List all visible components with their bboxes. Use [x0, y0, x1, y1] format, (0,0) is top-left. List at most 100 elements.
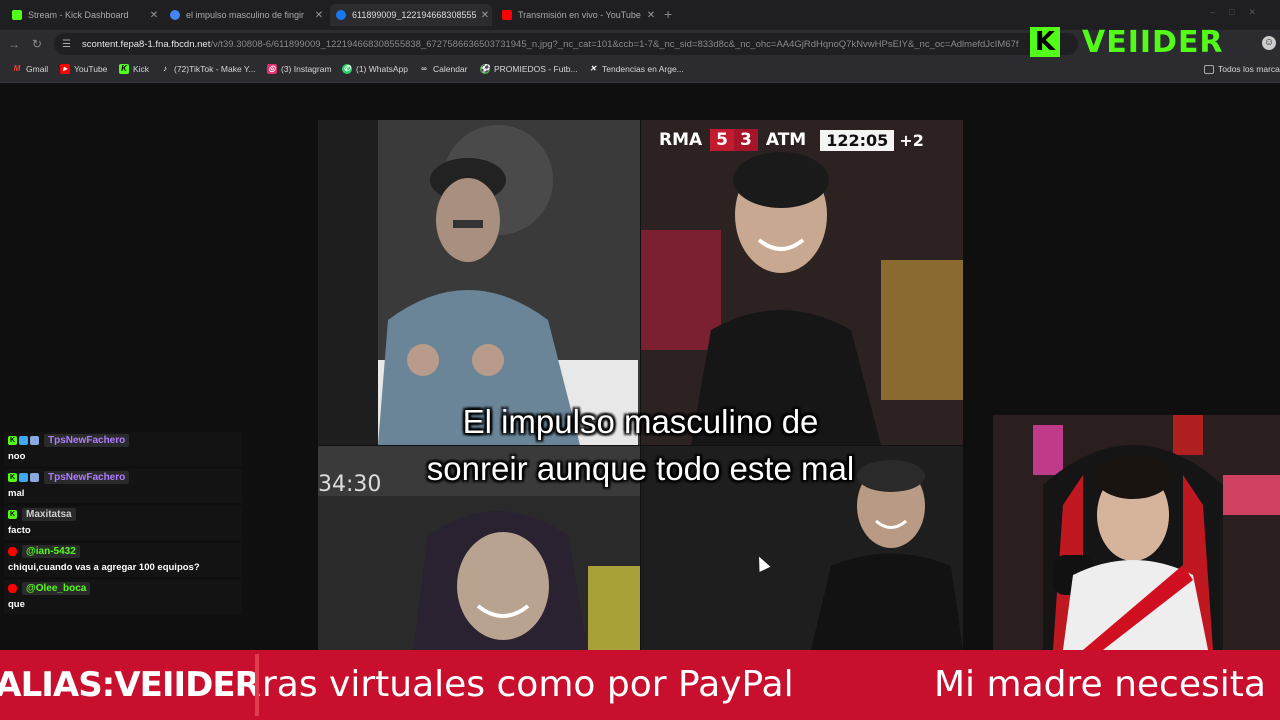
- home-team: RMA: [659, 130, 703, 150]
- chat-message: @Olee_boca que: [4, 580, 242, 614]
- bookmark-label: (3) Instagram: [281, 64, 332, 74]
- webcam-feed: [993, 415, 1280, 650]
- tab-image[interactable]: 611899009_122194668308555 ✕: [330, 4, 492, 26]
- person-thumbs-up-illustration: [318, 120, 640, 445]
- reload-icon[interactable]: ↻: [32, 37, 42, 51]
- chat-message: @ian-5432 chiqui,cuando vas a agregar 10…: [4, 543, 242, 577]
- promiedos-icon: ⚽: [480, 64, 490, 74]
- meme-panel-top-left: [318, 120, 640, 445]
- away-team: ATM: [765, 130, 807, 150]
- streamer-webcam-illustration: [993, 415, 1280, 650]
- caption-line: El impulso masculino de: [462, 403, 819, 440]
- all-bookmarks[interactable]: Todos los marca: [1204, 64, 1280, 74]
- address-bar[interactable]: ☰ scontent.fepa8-1.fna.fbcdn.net/v/t39.3…: [54, 33, 1078, 55]
- bookmark-label: PROMIEDOS - Futb...: [494, 64, 578, 74]
- close-icon[interactable]: ✕: [478, 10, 492, 21]
- facebook-icon: [336, 10, 346, 20]
- youtube-badge-icon: [8, 547, 17, 556]
- window-controls[interactable]: –□✕: [1210, 7, 1270, 18]
- bookmark-label: Tendencias en Arge...: [602, 64, 684, 74]
- youtube-badge-icon: [8, 584, 17, 593]
- chat-message: K Maxitatsa facto: [4, 506, 242, 540]
- meme-image: RMA 5 3 ATM 122:05 +2 34:30 El impulso m…: [318, 120, 963, 650]
- gmail-icon: M: [13, 64, 21, 73]
- kick-badge-icon: K: [8, 473, 17, 482]
- close-icon[interactable]: ✕: [147, 10, 161, 21]
- chat-text: chiqui,cuando vas a agregar 100 equipos?: [8, 562, 200, 573]
- chat-username: Maxitatsa: [22, 508, 76, 521]
- meme-panel-top-right: [641, 120, 963, 445]
- close-icon[interactable]: ✕: [644, 10, 658, 21]
- kick-icon: [12, 10, 22, 20]
- bookmark-calendar[interactable]: ∞ Calendar: [419, 64, 468, 74]
- tab-kick-dashboard[interactable]: Stream - Kick Dashboard ✕: [6, 4, 161, 26]
- bookmark-label: Gmail: [26, 64, 49, 74]
- bookmark-promiedos[interactable]: ⚽ PROMIEDOS - Futb...: [480, 64, 578, 74]
- bookmark-whatsapp[interactable]: ✆ (1) WhatsApp: [342, 64, 408, 74]
- home-score: 5: [710, 129, 735, 151]
- tab-google-search[interactable]: el impulso masculino de fingir ✕: [164, 4, 326, 26]
- alias-label: ALIAS:VEIIDER: [0, 665, 261, 705]
- kick-badge-icon: K: [8, 510, 17, 519]
- bookmark-tiktok[interactable]: ♪ (72)TikTok - Make Y...: [160, 64, 256, 74]
- url-host: scontent.fepa8-1.fna.fbcdn.net: [82, 38, 211, 50]
- site-settings-icon[interactable]: ☰: [62, 39, 76, 50]
- streamer-name: VEIIDER: [1082, 24, 1224, 60]
- youtube-icon: ▸: [60, 64, 70, 74]
- chat-text: facto: [8, 525, 31, 536]
- chat-message: K TpsNewFachero mal: [4, 469, 242, 503]
- bookmark-label: Calendar: [433, 64, 468, 74]
- tab-title: Transmisión en vivo - YouTube: [518, 10, 641, 20]
- chat-text: noo: [8, 451, 26, 462]
- away-score: 3: [734, 129, 758, 151]
- tiktok-icon: ♪: [163, 64, 167, 73]
- sub-badge-icon: [19, 436, 28, 445]
- tab-youtube[interactable]: Transmisión en vivo - YouTube ✕: [496, 4, 658, 26]
- bookmark-youtube[interactable]: ▸ YouTube: [60, 64, 107, 74]
- bookmark-x[interactable]: ✕ Tendencias en Arge...: [588, 64, 684, 74]
- url-path: /v/t39.30808-6/611899009_122194668308555…: [210, 38, 1019, 50]
- scoreboard: RMA 5 3 ATM 122:05 +2: [651, 128, 963, 152]
- caption-line: sonreir aunque todo este mal: [426, 450, 855, 487]
- new-tab-button[interactable]: +: [664, 6, 672, 22]
- donation-ticker: ALIAS:VEIIDER ras virtuales como por Pay…: [0, 650, 1280, 720]
- youtube-icon: [502, 10, 512, 20]
- kick-icon: K: [119, 64, 129, 74]
- ticker-divider: [255, 654, 259, 716]
- chat-message: K TpsNewFachero noo: [4, 432, 242, 466]
- url-text[interactable]: scontent.fepa8-1.fna.fbcdn.net/v/t39.308…: [82, 39, 1019, 50]
- bookmark-gmail[interactable]: M Gmail: [12, 64, 49, 74]
- tab-title: el impulso masculino de fingir: [186, 10, 305, 20]
- stream-chat: K TpsNewFachero noo K TpsNewFachero mal …: [4, 432, 242, 617]
- close-icon[interactable]: ✕: [312, 10, 326, 21]
- folder-icon: [1204, 64, 1214, 74]
- sub-badge-icon: [19, 473, 28, 482]
- chat-username: @Olee_boca: [22, 582, 91, 595]
- chat-username: TpsNewFachero: [44, 434, 130, 447]
- added-time: +2: [899, 130, 924, 150]
- calendar-icon: ∞: [421, 64, 427, 73]
- chat-username: @ian-5432: [22, 545, 80, 558]
- tab-title: Stream - Kick Dashboard: [28, 10, 129, 20]
- ticker-message: ras virtuales como por PayPal: [262, 664, 794, 705]
- meme-caption: El impulso masculino de sonreir aunque t…: [318, 398, 963, 492]
- match-clock: 122:05: [820, 129, 895, 151]
- kick-logo-icon: K: [1030, 27, 1060, 57]
- chat-text: que: [8, 599, 25, 610]
- profile-icon[interactable]: ☺: [1262, 36, 1276, 50]
- bookmark-label: (1) WhatsApp: [356, 64, 408, 74]
- chat-text: mal: [8, 488, 25, 499]
- bookmark-label: Todos los marca: [1218, 64, 1280, 74]
- forward-icon[interactable]: →: [8, 37, 20, 51]
- ticker-scroll: ras virtuales como por PayPal Mi madre n…: [262, 650, 1280, 720]
- chat-username: TpsNewFachero: [44, 471, 130, 484]
- ticker-message: Mi madre necesita u: [934, 664, 1280, 705]
- bookmark-instagram[interactable]: ◎ (3) Instagram: [267, 64, 332, 74]
- tab-title: 611899009_122194668308555: [352, 10, 477, 20]
- og-badge-icon: [30, 436, 39, 445]
- x-icon: ✕: [589, 64, 597, 73]
- google-icon: [170, 10, 180, 20]
- instagram-icon: ◎: [267, 64, 277, 74]
- bookmark-kick[interactable]: K Kick: [119, 64, 149, 74]
- kick-badge-icon: K: [8, 436, 17, 445]
